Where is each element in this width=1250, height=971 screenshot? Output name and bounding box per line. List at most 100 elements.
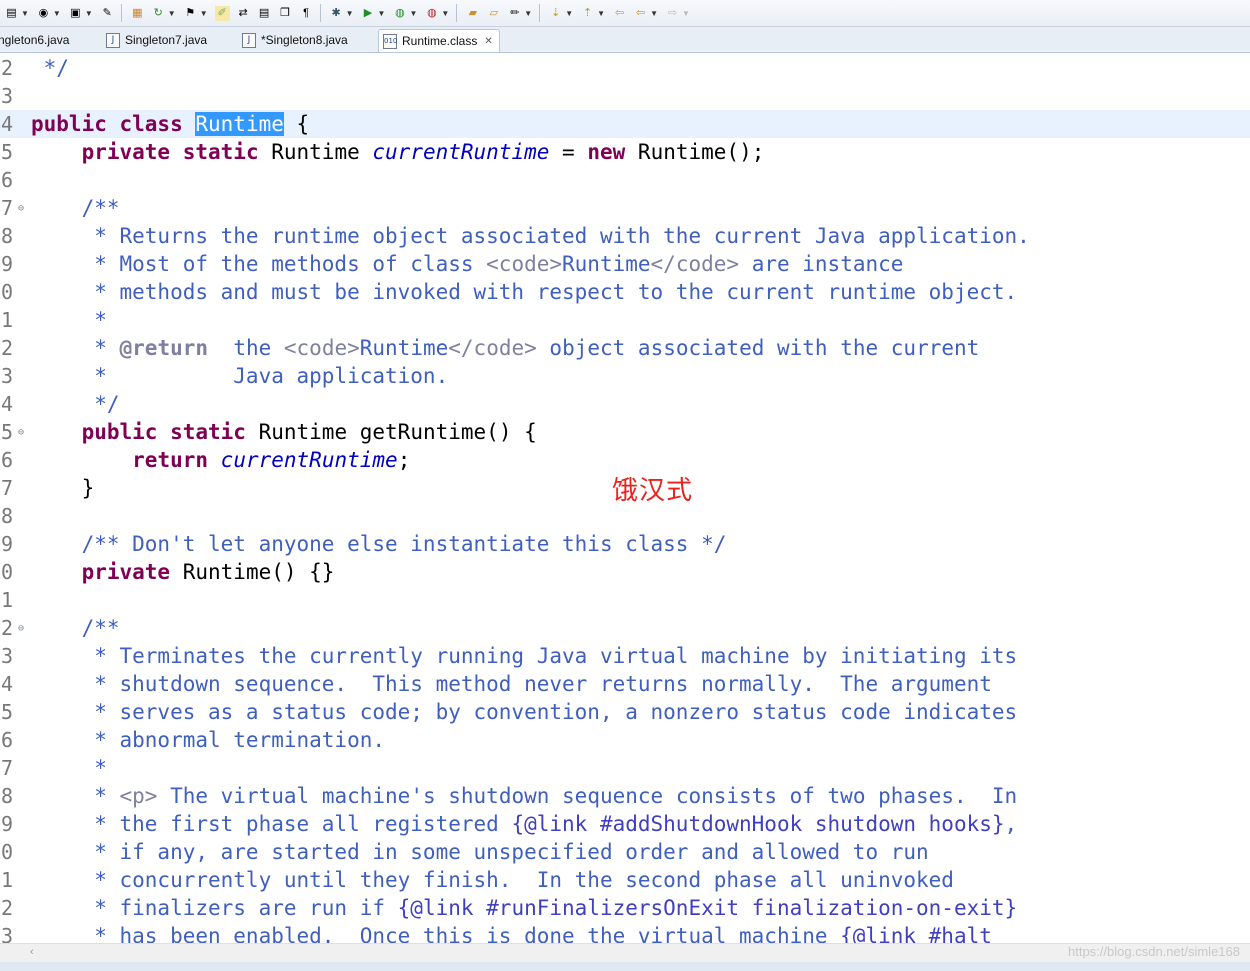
pilcrow-icon[interactable]: ¶ <box>299 6 314 21</box>
code-line: 60 private Runtime() {} <box>0 558 1250 586</box>
code-line: 50 * methods and must be invoked with re… <box>0 278 1250 306</box>
code-line: 53 * Java application. <box>0 362 1250 390</box>
line-number: 67 <box>0 756 14 780</box>
dropdown-icon[interactable]: ▼ <box>85 9 93 18</box>
next-annotation-icon[interactable]: ⇣ <box>548 6 563 21</box>
selected-word[interactable]: Runtime <box>195 112 284 136</box>
build-icon[interactable]: ▦ <box>130 6 145 21</box>
tab-label: *Singleton8.java <box>261 33 348 47</box>
code-line: 63 * Terminates the currently running Ja… <box>0 642 1250 670</box>
toolbar-separator <box>456 4 458 22</box>
dropdown-icon[interactable]: ▼ <box>53 9 61 18</box>
dropdown-icon[interactable]: ▼ <box>21 9 29 18</box>
dropdown-icon[interactable]: ▼ <box>650 9 658 18</box>
run-icon[interactable]: ▶ <box>361 6 376 21</box>
open-folder-icon[interactable]: ▰ <box>465 6 480 21</box>
prev-annotation-icon[interactable]: ⇡ <box>580 6 595 21</box>
open-type-icon[interactable]: ▱ <box>486 6 501 21</box>
line-number: 73 <box>0 924 14 943</box>
tab-runtime-class[interactable]: 010 Runtime.class ✕ <box>378 29 500 52</box>
close-icon[interactable]: ✕ <box>484 36 492 47</box>
line-number: 55 <box>0 420 14 444</box>
dropdown-icon[interactable]: ▼ <box>597 9 605 18</box>
line-number: 64 <box>0 672 14 696</box>
code-line: 55⊖ public static Runtime getRuntime() { <box>0 418 1250 446</box>
line-number: 56 <box>0 448 14 472</box>
code-line: 49 * Most of the methods of class <code>… <box>0 250 1250 278</box>
dropdown-icon[interactable]: ▼ <box>346 9 354 18</box>
code-line: 65 * serves as a status code; by convent… <box>0 698 1250 726</box>
java-file-icon: J <box>242 32 256 48</box>
editor-tab-bar: ngleton6.java J Singleton7.java J *Singl… <box>0 27 1250 53</box>
dropdown-icon[interactable]: ▼ <box>378 9 386 18</box>
java-file-icon: J <box>106 32 120 48</box>
back-icon[interactable]: ⇦ <box>633 6 648 21</box>
tab-label: Singleton7.java <box>125 33 208 47</box>
fold-toggle-icon[interactable]: ⊖ <box>18 195 24 223</box>
tab-singleton6[interactable]: ngleton6.java <box>0 29 69 51</box>
code-line: 43 <box>0 82 1250 110</box>
main-toolbar: ▤ ▼ ◉ ▼ ▣ ▼ ✎ ▦ ↻ ▼ ⚑ ▼ ✐ ⇄ ▤ ❐ ¶ ✱ ▼ ▶ ▼ ◍ ▼ ◍ ▼… <box>0 0 1250 27</box>
dropdown-icon[interactable]: ▼ <box>168 9 176 18</box>
dropdown-icon[interactable]: ▼ <box>565 9 573 18</box>
tab-label: ngleton6.java <box>0 33 70 47</box>
horizontal-scrollbar[interactable]: ‹ <box>0 943 1250 963</box>
line-number: 62 <box>0 616 14 640</box>
line-number: 54 <box>0 392 14 416</box>
code-line: 64 * shutdown sequence. This method neve… <box>0 670 1250 698</box>
fold-toggle-icon[interactable]: ⊖ <box>18 419 24 447</box>
fold-toggle-icon[interactable]: ⊖ <box>18 615 24 643</box>
last-edit-icon[interactable]: ⇦ <box>612 6 627 21</box>
refresh-icon[interactable]: ↻ <box>151 6 166 21</box>
external-tools-icon[interactable]: ◍ <box>424 6 439 21</box>
dropdown-icon[interactable]: ▼ <box>524 9 532 18</box>
dropdown-icon[interactable]: ▼ <box>682 9 690 18</box>
pen-icon[interactable]: ✏ <box>507 6 522 21</box>
search-ref-icon[interactable]: ⚑ <box>183 6 198 21</box>
line-number: 46 <box>0 168 14 192</box>
code-line: 71 * concurrently until they finish. In … <box>0 866 1250 894</box>
code-line: 67 * <box>0 754 1250 782</box>
line-number: 50 <box>0 280 14 304</box>
tools-icon[interactable]: ✎ <box>100 6 115 21</box>
line-number: 72 <box>0 896 14 920</box>
tab-singleton8[interactable]: J *Singleton8.java <box>242 29 348 51</box>
copy-icon[interactable]: ❐ <box>278 6 293 21</box>
code-editor[interactable]: 42 */ 43 44public class Runtime { 45 pri… <box>0 53 1250 943</box>
doc-icon[interactable]: ▤ <box>257 6 272 21</box>
dropdown-icon[interactable]: ▼ <box>200 9 208 18</box>
line-number: 43 <box>0 84 14 108</box>
code-line: 69 * the first phase all registered {@li… <box>0 810 1250 838</box>
dropdown-icon[interactable]: ▼ <box>409 9 417 18</box>
line-number: 68 <box>0 784 14 808</box>
code-line: 44public class Runtime { <box>0 110 1250 138</box>
dropdown-icon[interactable]: ▼ <box>441 9 449 18</box>
code-line: 52 * @return the <code>Runtime</code> ob… <box>0 334 1250 362</box>
save-all-icon[interactable]: ▤ <box>4 6 19 21</box>
console-icon[interactable]: ▣ <box>68 6 83 21</box>
toolbar-separator <box>319 4 321 22</box>
line-number: 51 <box>0 308 14 332</box>
coverage-icon[interactable]: ◍ <box>392 6 407 21</box>
code-line: 68 * <p> The virtual machine's shutdown … <box>0 782 1250 810</box>
code-line: 42 */ <box>0 54 1250 82</box>
forward-icon[interactable]: ⇨ <box>665 6 680 21</box>
line-number: 58 <box>0 504 14 528</box>
line-number: 69 <box>0 812 14 836</box>
highlight-icon[interactable]: ✐ <box>214 5 230 21</box>
code-line: 61 <box>0 586 1250 614</box>
watermark: https://blog.csdn.net/simle168 <box>1068 944 1240 959</box>
profile-icon[interactable]: ◉ <box>36 6 51 21</box>
toolbar-separator <box>539 4 541 22</box>
line-number: 59 <box>0 532 14 556</box>
code-line: 54 */ <box>0 390 1250 418</box>
toggle-icon[interactable]: ⇄ <box>236 6 251 21</box>
scroll-left-icon[interactable]: ‹ <box>30 946 34 958</box>
debug-icon[interactable]: ✱ <box>329 6 344 21</box>
code-line: 73 * has been enabled. Once this is done… <box>0 922 1250 943</box>
tab-singleton7[interactable]: J Singleton7.java <box>106 29 207 51</box>
line-number: 63 <box>0 644 14 668</box>
code-line: 45 private static Runtime currentRuntime… <box>0 138 1250 166</box>
line-number: 45 <box>0 140 14 164</box>
line-number: 57 <box>0 476 14 500</box>
